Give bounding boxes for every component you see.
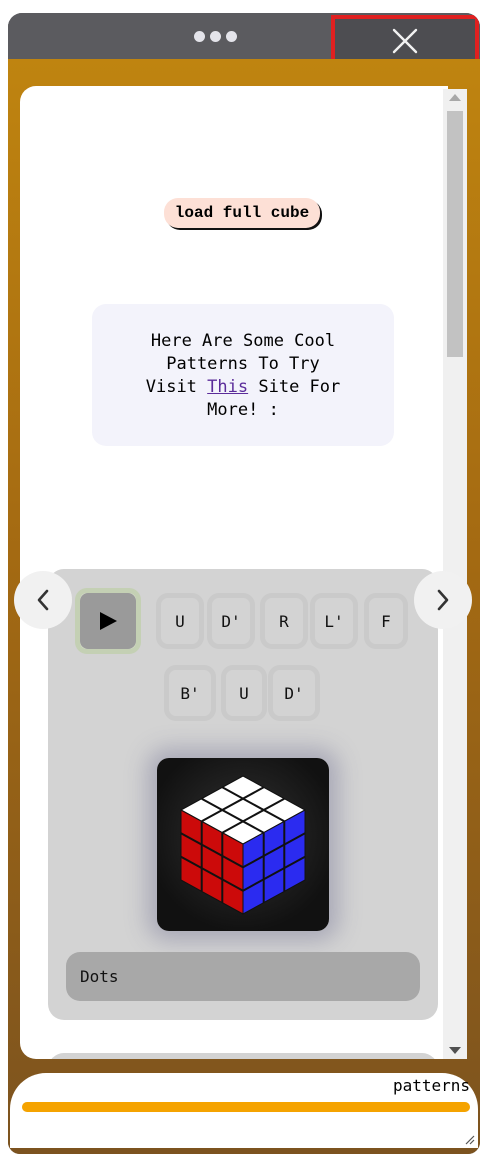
move-button[interactable]: D' — [268, 665, 320, 721]
info-box: Here Are Some Cool Patterns To Try Visit… — [92, 304, 394, 446]
pattern-card-2: M2 E2 S2 — [48, 1053, 438, 1059]
move-button[interactable]: F — [364, 593, 408, 649]
app-window: load full cube Here Are Some Cool Patter… — [8, 13, 480, 1154]
chevron-left-icon — [37, 589, 49, 611]
progress-fill — [22, 1102, 470, 1112]
info-line-1: Here Are Some Cool — [150, 331, 336, 351]
next-pattern-button[interactable] — [414, 571, 472, 629]
play-icon — [100, 612, 117, 630]
progress-bar — [22, 1102, 470, 1112]
scroll-thumb[interactable] — [447, 111, 463, 357]
prev-pattern-button[interactable] — [14, 571, 72, 629]
chevron-right-icon — [437, 589, 449, 611]
resize-grip-icon[interactable] — [463, 1133, 475, 1145]
patterns-label: patterns — [392, 1076, 470, 1095]
scroll-panel: load full cube Here Are Some Cool Patter… — [20, 86, 448, 1059]
move-button[interactable]: L' — [310, 593, 358, 649]
info-line-3: Visit This Site For — [92, 376, 394, 399]
play-button[interactable] — [75, 588, 141, 654]
pattern-name-field[interactable]: Dots — [66, 952, 420, 1001]
load-full-cube-button[interactable]: load full cube — [164, 198, 320, 228]
site-link[interactable]: This — [207, 377, 248, 397]
move-button[interactable]: U — [221, 665, 267, 721]
move-button[interactable]: R — [260, 593, 308, 649]
info-line-2: Patterns To Try — [166, 354, 320, 374]
close-icon — [392, 28, 418, 53]
cube-preview[interactable] — [157, 758, 329, 931]
info-line-4: More! : — [207, 400, 279, 420]
move-button[interactable]: B' — [164, 665, 216, 721]
visit-prefix: Visit — [145, 377, 197, 397]
bottom-status-bar: patterns — [10, 1073, 478, 1148]
visit-suffix: Site For — [258, 377, 341, 397]
move-button[interactable]: D' — [207, 593, 255, 649]
pattern-card: U D' R L' F B' U D' Dots — [48, 569, 438, 1020]
ellipsis-icon[interactable] — [194, 31, 237, 42]
scroll-down-arrow-icon[interactable] — [449, 1047, 461, 1054]
scroll-up-arrow-icon[interactable] — [449, 94, 461, 101]
cube-image — [179, 775, 307, 915]
move-button[interactable]: U — [156, 593, 204, 649]
